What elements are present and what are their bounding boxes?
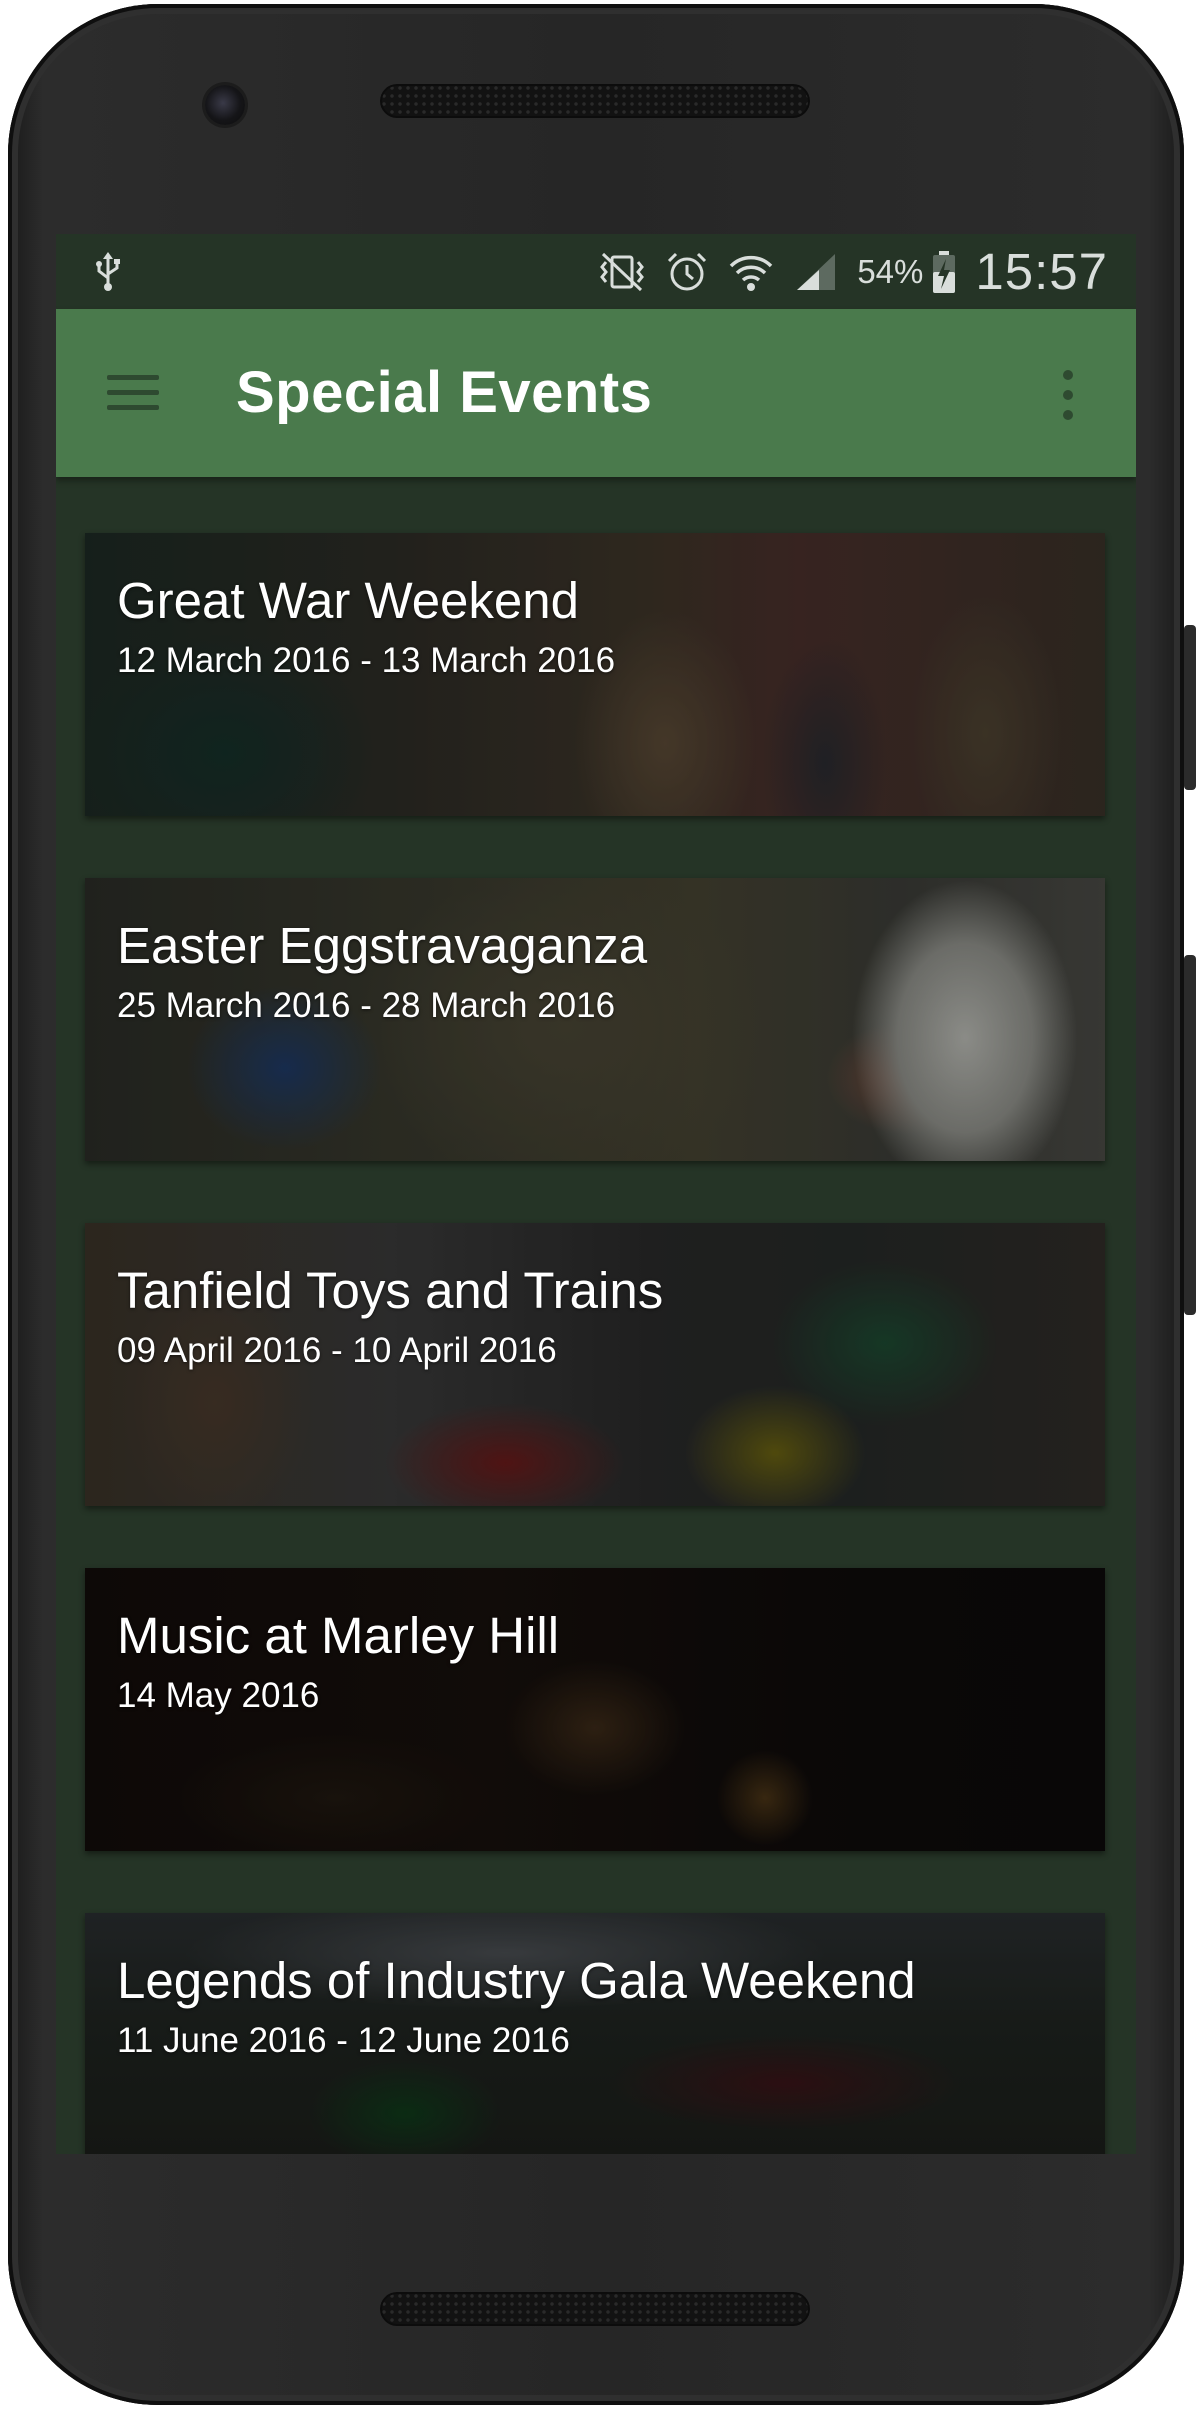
bottom-speaker [380, 2292, 810, 2326]
event-list: Great War Weekend 12 March 2016 - 13 Mar… [56, 477, 1136, 2154]
more-vert-icon[interactable] [1056, 365, 1080, 425]
event-title: Tanfield Toys and Trains [117, 1262, 664, 1319]
top-speaker [380, 84, 810, 118]
battery-charging-icon [931, 250, 957, 294]
clock: 15:57 [975, 243, 1108, 300]
usb-icon [94, 252, 122, 297]
event-title: Legends of Industry Gala Weekend [117, 1952, 916, 2009]
event-card-great-war-weekend[interactable]: Great War Weekend 12 March 2016 - 13 Mar… [85, 533, 1105, 816]
event-dates: 11 June 2016 - 12 June 2016 [117, 2021, 570, 2060]
event-dates: 12 March 2016 - 13 March 2016 [117, 641, 616, 680]
front-camera [205, 85, 245, 125]
event-title: Great War Weekend [117, 572, 580, 629]
signal-icon [793, 250, 839, 294]
alarm-icon [665, 250, 709, 294]
event-title: Easter Eggstravaganza [117, 917, 648, 974]
event-card-music-at-marley-hill[interactable]: Music at Marley Hill 14 May 2016 [85, 1568, 1105, 1851]
hamburger-menu-icon[interactable] [102, 369, 162, 417]
screen: 54% 15:57 Special Events Great War Weeke… [56, 234, 1136, 2154]
event-card-tanfield-toys-and-trains[interactable]: Tanfield Toys and Trains 09 April 2016 -… [85, 1223, 1105, 1506]
vibrate-mute-icon [597, 250, 647, 294]
event-dates: 25 March 2016 - 28 March 2016 [117, 986, 616, 1025]
page-title: Special Events [236, 360, 653, 425]
wifi-icon [727, 250, 775, 294]
event-card-legends-of-industry-gala-weekend[interactable]: Legends of Industry Gala Weekend 11 June… [85, 1913, 1105, 2154]
event-dates: 09 April 2016 - 10 April 2016 [117, 1331, 557, 1370]
event-title: Music at Marley Hill [117, 1607, 560, 1664]
volume-button [1184, 955, 1196, 1315]
status-bar: 54% 15:57 [56, 234, 1136, 309]
battery-percent: 54% [857, 252, 924, 290]
power-button [1184, 625, 1196, 790]
event-card-easter-eggstravaganza[interactable]: Easter Eggstravaganza 25 March 2016 - 28… [85, 878, 1105, 1161]
app-bar: Special Events [56, 309, 1136, 477]
event-dates: 14 May 2016 [117, 1676, 320, 1715]
